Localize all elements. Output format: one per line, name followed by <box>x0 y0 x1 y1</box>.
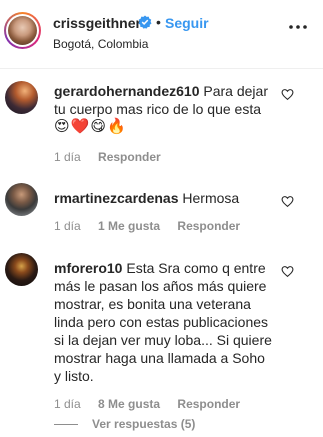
comment-username[interactable]: gerardohernandez610 <box>54 83 200 99</box>
comment-age: 1 día <box>54 397 81 411</box>
comment-body: mforero10 Esta Sra como q entre más le p… <box>54 259 274 385</box>
follow-button[interactable]: Seguir <box>165 15 209 31</box>
like-heart-icon[interactable] <box>281 88 294 101</box>
comment-username[interactable]: mforero10 <box>54 260 122 276</box>
comment-meta: 1 día 1 Me gusta Responder <box>54 219 254 233</box>
like-heart-icon[interactable] <box>281 195 294 208</box>
comment-text: Esta Sra como q entre más le pasan los a… <box>54 260 272 384</box>
comment-meta: 1 día 8 Me gusta Responder <box>54 397 254 411</box>
reply-button[interactable]: Responder <box>177 219 240 233</box>
more-options-icon[interactable] <box>288 22 308 32</box>
commenter-avatar[interactable] <box>5 253 38 286</box>
comment-age: 1 día <box>54 150 81 164</box>
likes-count[interactable]: 1 Me gusta <box>98 219 160 233</box>
avatar-photo <box>8 16 37 45</box>
reply-button[interactable]: Responder <box>98 150 161 164</box>
verified-badge-icon <box>138 15 152 29</box>
comment-meta: 1 día Responder <box>54 150 175 164</box>
like-heart-icon[interactable] <box>281 265 294 278</box>
post-username[interactable]: crissgeithner <box>53 15 141 31</box>
likes-count[interactable]: 8 Me gusta <box>98 397 160 411</box>
comment-text: Hermosa <box>182 190 240 206</box>
view-replies-button[interactable]: Ver respuestas (5) <box>54 417 195 431</box>
profile-avatar[interactable] <box>4 12 41 49</box>
post-location[interactable]: Bogotá, Colombia <box>53 37 148 51</box>
comment-username[interactable]: rmartinezcardenas <box>54 190 179 206</box>
commenter-avatar[interactable] <box>5 183 38 216</box>
replies-divider-line <box>54 424 78 426</box>
reply-button[interactable]: Responder <box>177 397 240 411</box>
commenter-avatar[interactable] <box>5 81 38 114</box>
comment-age: 1 día <box>54 219 81 233</box>
comment-body: rmartinezcardenas Hermosa <box>54 189 274 207</box>
comment-emojis: 😍❤️😋🔥 <box>54 118 127 135</box>
view-replies-label[interactable]: Ver respuestas (5) <box>92 417 195 431</box>
post-header: crissgeithner • Seguir Bogotá, Colombia <box>0 0 323 69</box>
comment-body: gerardohernandez610 Para dejar tu cuerpo… <box>54 82 274 136</box>
separator-dot: • <box>156 14 161 30</box>
avatar-border <box>6 14 39 47</box>
